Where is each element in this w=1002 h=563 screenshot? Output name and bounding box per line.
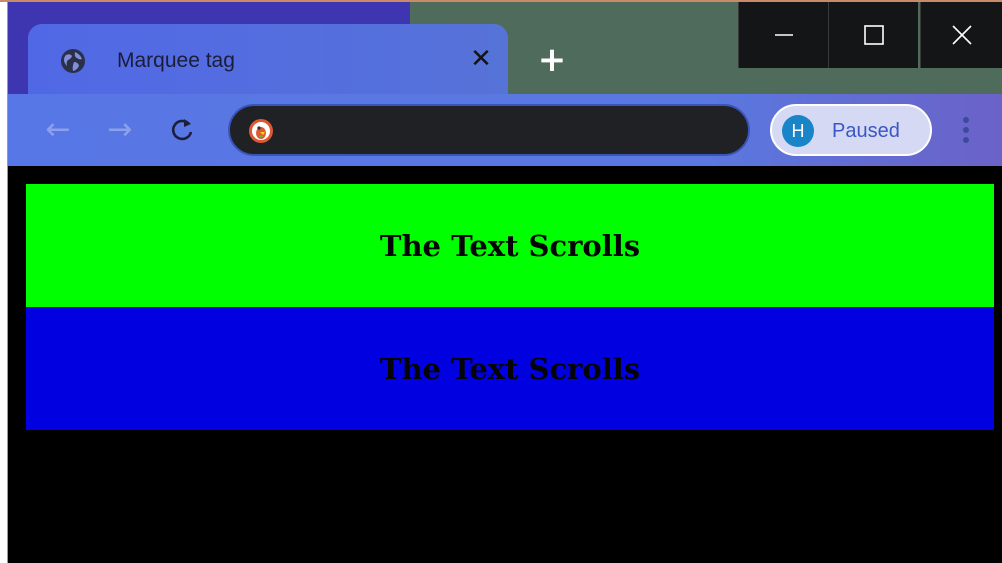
profile-status: Paused <box>832 120 900 142</box>
duckduckgo-icon <box>248 118 274 144</box>
marquee-blue: The Text Scrolls <box>26 307 994 430</box>
maximize-icon <box>863 25 884 45</box>
close-icon <box>951 25 972 45</box>
minimize-button[interactable] <box>738 2 828 68</box>
address-bar[interactable] <box>228 104 750 156</box>
marquee-green: The Text Scrolls <box>26 184 994 307</box>
page-content: The Text Scrolls The Text Scrolls <box>8 166 1002 563</box>
avatar: H <box>782 115 814 147</box>
close-window-button[interactable] <box>920 2 1002 68</box>
tab-close-icon[interactable]: ✕ <box>466 44 496 74</box>
reload-icon <box>171 119 193 141</box>
new-tab-button[interactable]: + <box>532 40 572 80</box>
profile-button[interactable]: H Paused <box>770 104 932 156</box>
browser-tab[interactable]: Marquee tag ✕ <box>28 24 508 96</box>
title-bar: Marquee tag ✕ + <box>8 2 1002 96</box>
marquee-text: The Text Scrolls <box>379 228 641 263</box>
tab-title: Marquee tag <box>117 49 235 72</box>
minimize-icon <box>774 34 793 36</box>
browser-toolbar: ← → H Paused <box>8 94 1002 166</box>
kebab-menu-icon[interactable] <box>956 110 976 150</box>
back-button[interactable]: ← <box>40 112 76 148</box>
browser-window: Marquee tag ✕ + ← → H Paused The Text Sc… <box>0 0 1002 563</box>
reload-button[interactable] <box>164 112 200 148</box>
globe-icon <box>60 48 86 74</box>
maximize-button[interactable] <box>828 2 918 68</box>
marquee-text: The Text Scrolls <box>379 351 641 386</box>
forward-button[interactable]: → <box>102 112 138 148</box>
